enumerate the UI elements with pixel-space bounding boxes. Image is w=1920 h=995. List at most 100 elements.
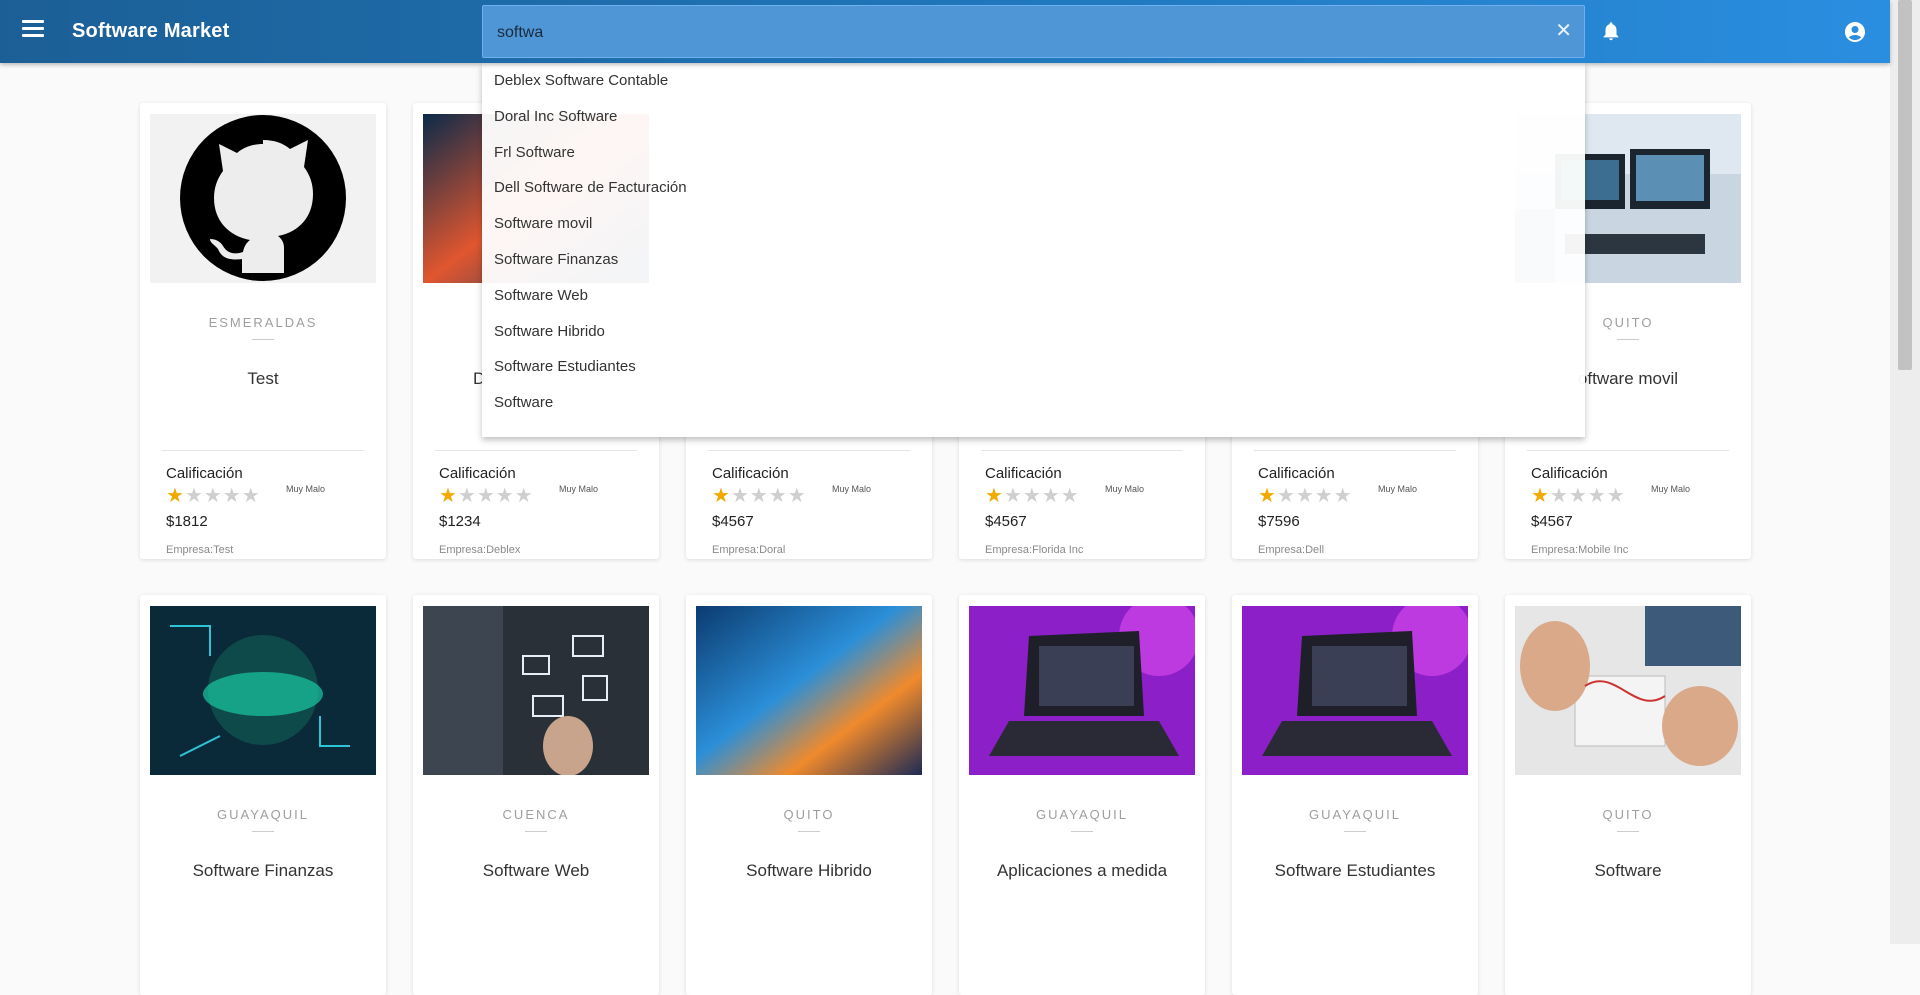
product-image-laptop — [969, 606, 1195, 775]
card-price: $1812 — [166, 513, 208, 530]
star-icon[interactable]: ★★★★ — [731, 485, 807, 507]
product-card[interactable]: QUITO Software — [1505, 595, 1751, 995]
card-city: QUITO — [1602, 807, 1654, 822]
suggestion-item[interactable]: Software movil — [482, 206, 1585, 242]
search-input[interactable] — [495, 20, 1539, 46]
suggestion-item[interactable]: Dell Software de Facturación — [482, 170, 1585, 206]
card-company: Empresa:Florida Inc — [985, 544, 1084, 556]
star-icon[interactable]: ★ — [439, 485, 458, 507]
divider — [798, 831, 820, 832]
product-card[interactable]: CUENCA Software Web — [413, 595, 659, 995]
card-title: Software Estudiantes — [1274, 861, 1436, 880]
card-price: $7596 — [1258, 513, 1300, 530]
star-rating[interactable]: ★★★★★ — [439, 486, 534, 506]
divider — [252, 831, 274, 832]
card-company: Empresa:Deblex — [439, 544, 521, 556]
product-card[interactable]: QUITO Software Hibrido — [686, 595, 932, 995]
card-company: Empresa:Mobile Inc — [1531, 544, 1629, 556]
card-title: Aplicaciones a medida — [996, 861, 1168, 880]
bell-icon[interactable] — [1600, 20, 1622, 42]
divider — [1617, 339, 1639, 340]
menu-icon[interactable] — [22, 20, 44, 38]
rating-text: Muy Malo — [286, 484, 326, 494]
star-icon[interactable]: ★ — [1531, 485, 1550, 507]
star-icon[interactable]: ★★★★ — [458, 485, 534, 507]
suggestion-item[interactable]: Software — [482, 385, 1585, 421]
rating-label: Calificación — [1258, 465, 1335, 482]
rating-text: Muy Malo — [832, 484, 872, 494]
star-icon[interactable]: ★★★★ — [1004, 485, 1080, 507]
card-title: Software Web — [482, 861, 590, 880]
card-price: $4567 — [1531, 513, 1573, 530]
product-card[interactable]: GUAYAQUIL Software Estudiantes — [1232, 595, 1478, 995]
rating-label: Calificación — [712, 465, 789, 482]
card-city: GUAYAQUIL — [1036, 807, 1128, 822]
divider — [162, 450, 364, 451]
rating-text: Muy Malo — [1105, 484, 1145, 494]
star-rating[interactable]: ★★★★★ — [985, 486, 1080, 506]
divider — [708, 450, 910, 451]
card-city: QUITO — [783, 807, 835, 822]
app-bar: Software Market ✕ — [0, 0, 1890, 63]
close-icon[interactable]: ✕ — [1555, 20, 1572, 42]
card-title: Software Finanzas — [192, 861, 334, 880]
card-price: $4567 — [985, 513, 1027, 530]
divider — [252, 339, 274, 340]
product-image-laptop — [1242, 606, 1468, 775]
scrollbar[interactable] — [1890, 0, 1920, 944]
star-rating[interactable]: ★★★★★ — [1258, 486, 1353, 506]
card-city: CUENCA — [502, 807, 570, 822]
suggestion-item[interactable]: Software Hibrido — [482, 314, 1585, 350]
divider — [1071, 831, 1093, 832]
card-price: $4567 — [712, 513, 754, 530]
divider — [1344, 831, 1366, 832]
card-city: GUAYAQUIL — [217, 807, 309, 822]
star-icon[interactable]: ★★★★ — [185, 485, 261, 507]
account-circle-icon[interactable] — [1843, 20, 1867, 44]
suggestion-item[interactable]: Software Finanzas — [482, 242, 1585, 278]
rating-label: Calificación — [985, 465, 1062, 482]
product-image-github — [150, 114, 376, 283]
card-company: Empresa:Dell — [1258, 544, 1325, 556]
rating-label: Calificación — [1531, 465, 1608, 482]
scrollbar-thumb[interactable] — [1898, 0, 1912, 370]
card-title: Software Hibrido — [746, 861, 872, 880]
rating-text: Muy Malo — [1651, 484, 1691, 494]
suggestion-item[interactable]: Frl Software — [482, 135, 1585, 171]
divider — [1254, 450, 1456, 451]
star-icon[interactable]: ★★★★ — [1277, 485, 1353, 507]
search-suggestions: Deblex Software Contable Doral Inc Softw… — [482, 63, 1585, 437]
star-icon[interactable]: ★★★★ — [1550, 485, 1626, 507]
product-image-touch — [423, 606, 649, 775]
star-rating[interactable]: ★★★★★ — [1531, 486, 1626, 506]
star-icon[interactable]: ★ — [166, 485, 185, 507]
card-price: $1234 — [439, 513, 481, 530]
star-icon[interactable]: ★ — [985, 485, 1004, 507]
star-rating[interactable]: ★★★★★ — [166, 486, 261, 506]
product-image-abstract — [696, 606, 922, 775]
divider — [981, 450, 1183, 451]
star-icon[interactable]: ★ — [712, 485, 731, 507]
rating-label: Calificación — [439, 465, 516, 482]
product-image-geek — [150, 606, 376, 775]
product-card[interactable]: GUAYAQUIL Aplicaciones a medida — [959, 595, 1205, 995]
suggestion-item[interactable]: Doral Inc Software — [482, 99, 1585, 135]
card-city: ESMERALDAS — [208, 315, 318, 330]
product-card[interactable]: GUAYAQUIL Software Finanzas — [140, 595, 386, 995]
card-company: Empresa:Test — [166, 544, 234, 556]
card-company: Empresa:Doral — [712, 544, 786, 556]
card-title: Software — [1594, 861, 1662, 880]
card-city: GUAYAQUIL — [1309, 807, 1401, 822]
app-title: Software Market — [72, 20, 230, 42]
star-rating[interactable]: ★★★★★ — [712, 486, 807, 506]
divider — [1617, 831, 1639, 832]
suggestion-item[interactable]: Deblex Software Contable — [482, 63, 1585, 99]
divider — [1527, 450, 1729, 451]
divider — [435, 450, 637, 451]
card-title: Test — [247, 369, 279, 388]
suggestion-item[interactable]: Software Web — [482, 278, 1585, 314]
suggestion-item[interactable]: Software Estudiantes — [482, 349, 1585, 385]
search-box[interactable]: ✕ — [482, 5, 1585, 58]
product-card[interactable]: ESMERALDAS Test Calificación ★★★★★ Muy M… — [140, 103, 386, 559]
star-icon[interactable]: ★ — [1258, 485, 1277, 507]
